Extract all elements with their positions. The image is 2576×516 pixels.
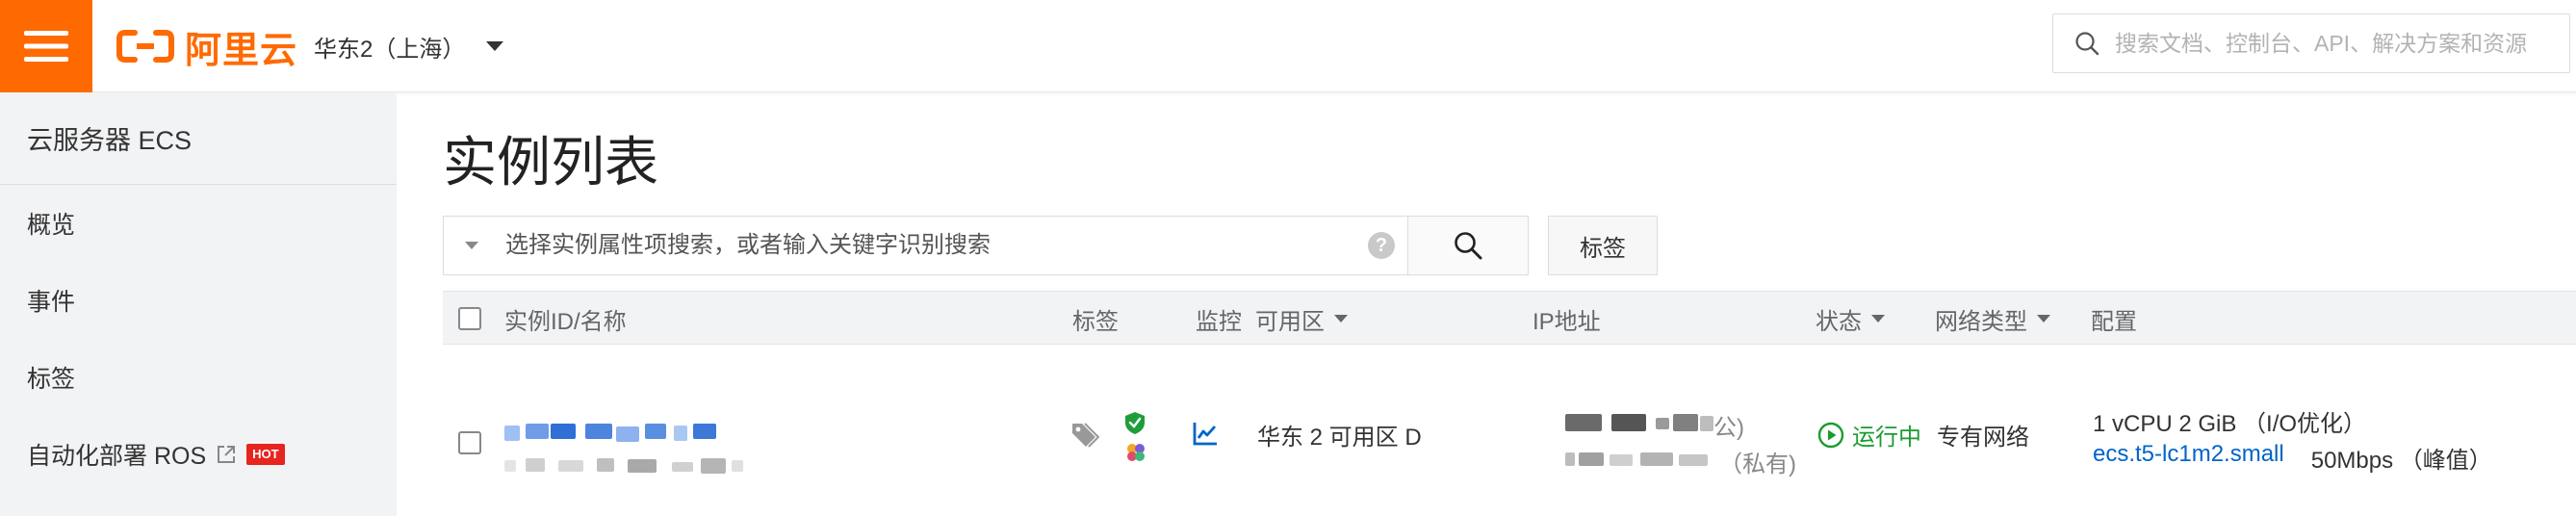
column-zone-label: 可用区	[1255, 308, 1325, 335]
sort-down-icon	[2037, 315, 2050, 322]
column-zone[interactable]: 可用区	[1255, 292, 1348, 346]
column-status-label: 状态	[1816, 308, 1862, 335]
ip-private-label: （私有)	[1719, 452, 1796, 477]
column-monitor: 监控	[1196, 308, 1242, 335]
main-content: 实例列表 ? 标签 实例ID/名称 标签 监控 可用区 IP地址 状态 网络类型	[397, 92, 2576, 516]
filter-input[interactable]	[505, 232, 1352, 259]
config-spec: 1 vCPU 2 GiB （I/O优化）	[2093, 411, 2367, 437]
ip-private: （私有)	[1565, 445, 1816, 477]
security-shield-icon[interactable]	[1122, 410, 1147, 442]
hot-badge: HOT	[246, 444, 285, 465]
zone-value: 华东 2 可用区 D	[1257, 425, 1422, 451]
sidebar-item-label: 标签	[27, 366, 76, 393]
region-selector[interactable]: 华东2（上海）	[314, 27, 504, 65]
column-ip: IP地址	[1533, 308, 1601, 335]
instance-filter[interactable]: ?	[443, 216, 1409, 275]
sidebar-item-label: 概览	[27, 212, 76, 239]
select-all-checkbox[interactable]	[458, 307, 481, 330]
ip-public-label: 公)	[1713, 415, 1744, 441]
sidebar-item-ros[interactable]: 自动化部署 ROS HOT	[0, 416, 397, 493]
column-id-name: 实例ID/名称	[504, 308, 627, 335]
filter-dropdown-icon[interactable]	[465, 242, 478, 249]
menu-icon[interactable]	[0, 0, 92, 92]
tag-button[interactable]: 标签	[1548, 216, 1658, 275]
region-label: 华东2（上海）	[314, 36, 466, 63]
select-all-checkbox-cell	[458, 292, 481, 346]
status-running: 运行中	[1817, 418, 1921, 452]
search-icon	[1455, 232, 1482, 260]
sidebar: 云服务器 ECS 概览 事件 标签 自动化部署 ROS HOT	[0, 92, 397, 516]
bandwidth-value: 50Mbps （峰值）	[2310, 448, 2492, 474]
aliyun-logo-icon	[116, 30, 174, 63]
sidebar-item-tags[interactable]: 标签	[0, 339, 397, 416]
instance-name-blurred	[504, 458, 793, 476]
column-config: 配置	[2091, 308, 2137, 335]
sidebar-item-overview[interactable]: 概览	[0, 185, 397, 262]
column-tags: 标签	[1072, 308, 1119, 335]
column-network[interactable]: 网络类型	[1935, 292, 2050, 346]
tag-icon[interactable]	[1069, 420, 1100, 457]
sort-down-icon	[1871, 315, 1885, 322]
instance-id-blurred[interactable]	[504, 424, 774, 443]
search-button[interactable]	[1407, 216, 1529, 275]
global-search[interactable]	[2052, 13, 2570, 73]
sidebar-item-label: 事件	[27, 289, 76, 316]
play-circle-icon	[1817, 422, 1844, 448]
aliyun-logo[interactable]: 阿里云	[116, 23, 297, 71]
ip-public: 公)	[1565, 408, 1767, 441]
global-search-input[interactable]	[2115, 30, 2538, 57]
page-title: 实例列表	[443, 132, 658, 193]
help-icon[interactable]: ?	[1368, 232, 1395, 259]
monitor-chart-icon[interactable]	[1192, 420, 1219, 453]
column-status[interactable]: 状态	[1816, 292, 1885, 346]
sidebar-title: 云服务器 ECS	[0, 92, 397, 185]
caret-down-icon	[486, 41, 504, 51]
row-checkbox[interactable]	[458, 431, 481, 454]
logo-text: 阿里云	[185, 30, 298, 71]
cloud-assistant-icon[interactable]	[1124, 441, 1147, 471]
sort-down-icon	[1334, 315, 1348, 322]
sidebar-item-label: 自动化部署 ROS	[27, 443, 207, 470]
config-type-line: ecs.t5-lc1m2.small 50Mbps （峰值）	[2093, 441, 2492, 475]
sidebar-item-events[interactable]: 事件	[0, 262, 397, 339]
status-label: 运行中	[1852, 425, 1921, 451]
column-network-label: 网络类型	[1935, 308, 2027, 335]
top-bar: 阿里云 华东2（上海）	[0, 0, 2576, 92]
network-value: 专有网络	[1937, 425, 2029, 451]
search-icon	[2074, 31, 2099, 56]
external-link-icon	[216, 444, 237, 465]
instance-type-link[interactable]: ecs.t5-lc1m2.small	[2093, 441, 2284, 475]
table-header: 实例ID/名称 标签 监控 可用区 IP地址 状态 网络类型 配置	[443, 291, 2576, 345]
table-row: 华东 2 可用区 D 公) （私有) 运行中 专有网络 1 vCPU 2 GiB…	[443, 345, 2576, 516]
